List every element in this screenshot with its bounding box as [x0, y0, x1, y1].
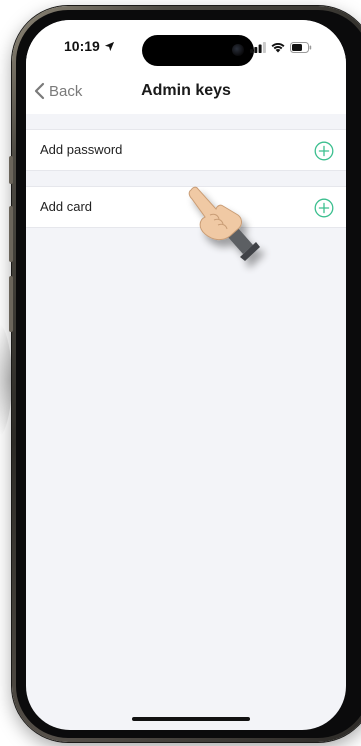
- add-card-icon[interactable]: [314, 198, 334, 218]
- add-card-row[interactable]: Add card: [26, 186, 346, 228]
- add-password-row[interactable]: Add password: [26, 129, 346, 171]
- wifi-icon: [271, 42, 285, 53]
- status-time: 10:19: [64, 38, 115, 54]
- screen: 10:19 Back Admin keys Add password Add c…: [26, 20, 346, 730]
- camera-icon: [232, 44, 244, 56]
- volume-down-button: [9, 276, 13, 332]
- phone-frame: 10:19 Back Admin keys Add password Add c…: [9, 6, 361, 742]
- navigation-bar: Back Admin keys: [26, 70, 346, 114]
- add-card-label: Add card: [40, 199, 93, 214]
- cellular-signal-icon: [250, 42, 266, 53]
- location-arrow-icon: [104, 41, 114, 51]
- status-icons: [250, 42, 312, 53]
- battery-icon: [290, 42, 312, 53]
- add-password-label: Add password: [40, 142, 123, 157]
- volume-up-button: [9, 206, 13, 262]
- status-bar: 10:19: [26, 20, 346, 70]
- action-button: [9, 156, 13, 184]
- add-password-icon[interactable]: [314, 141, 334, 161]
- stage: 10:19 Back Admin keys Add password Add c…: [0, 0, 361, 746]
- home-indicator: [132, 717, 250, 721]
- side-shadow: [0, 320, 12, 440]
- page-title: Admin keys: [141, 82, 231, 99]
- dynamic-island: [142, 35, 254, 66]
- status-time-text: 10:19: [64, 38, 100, 54]
